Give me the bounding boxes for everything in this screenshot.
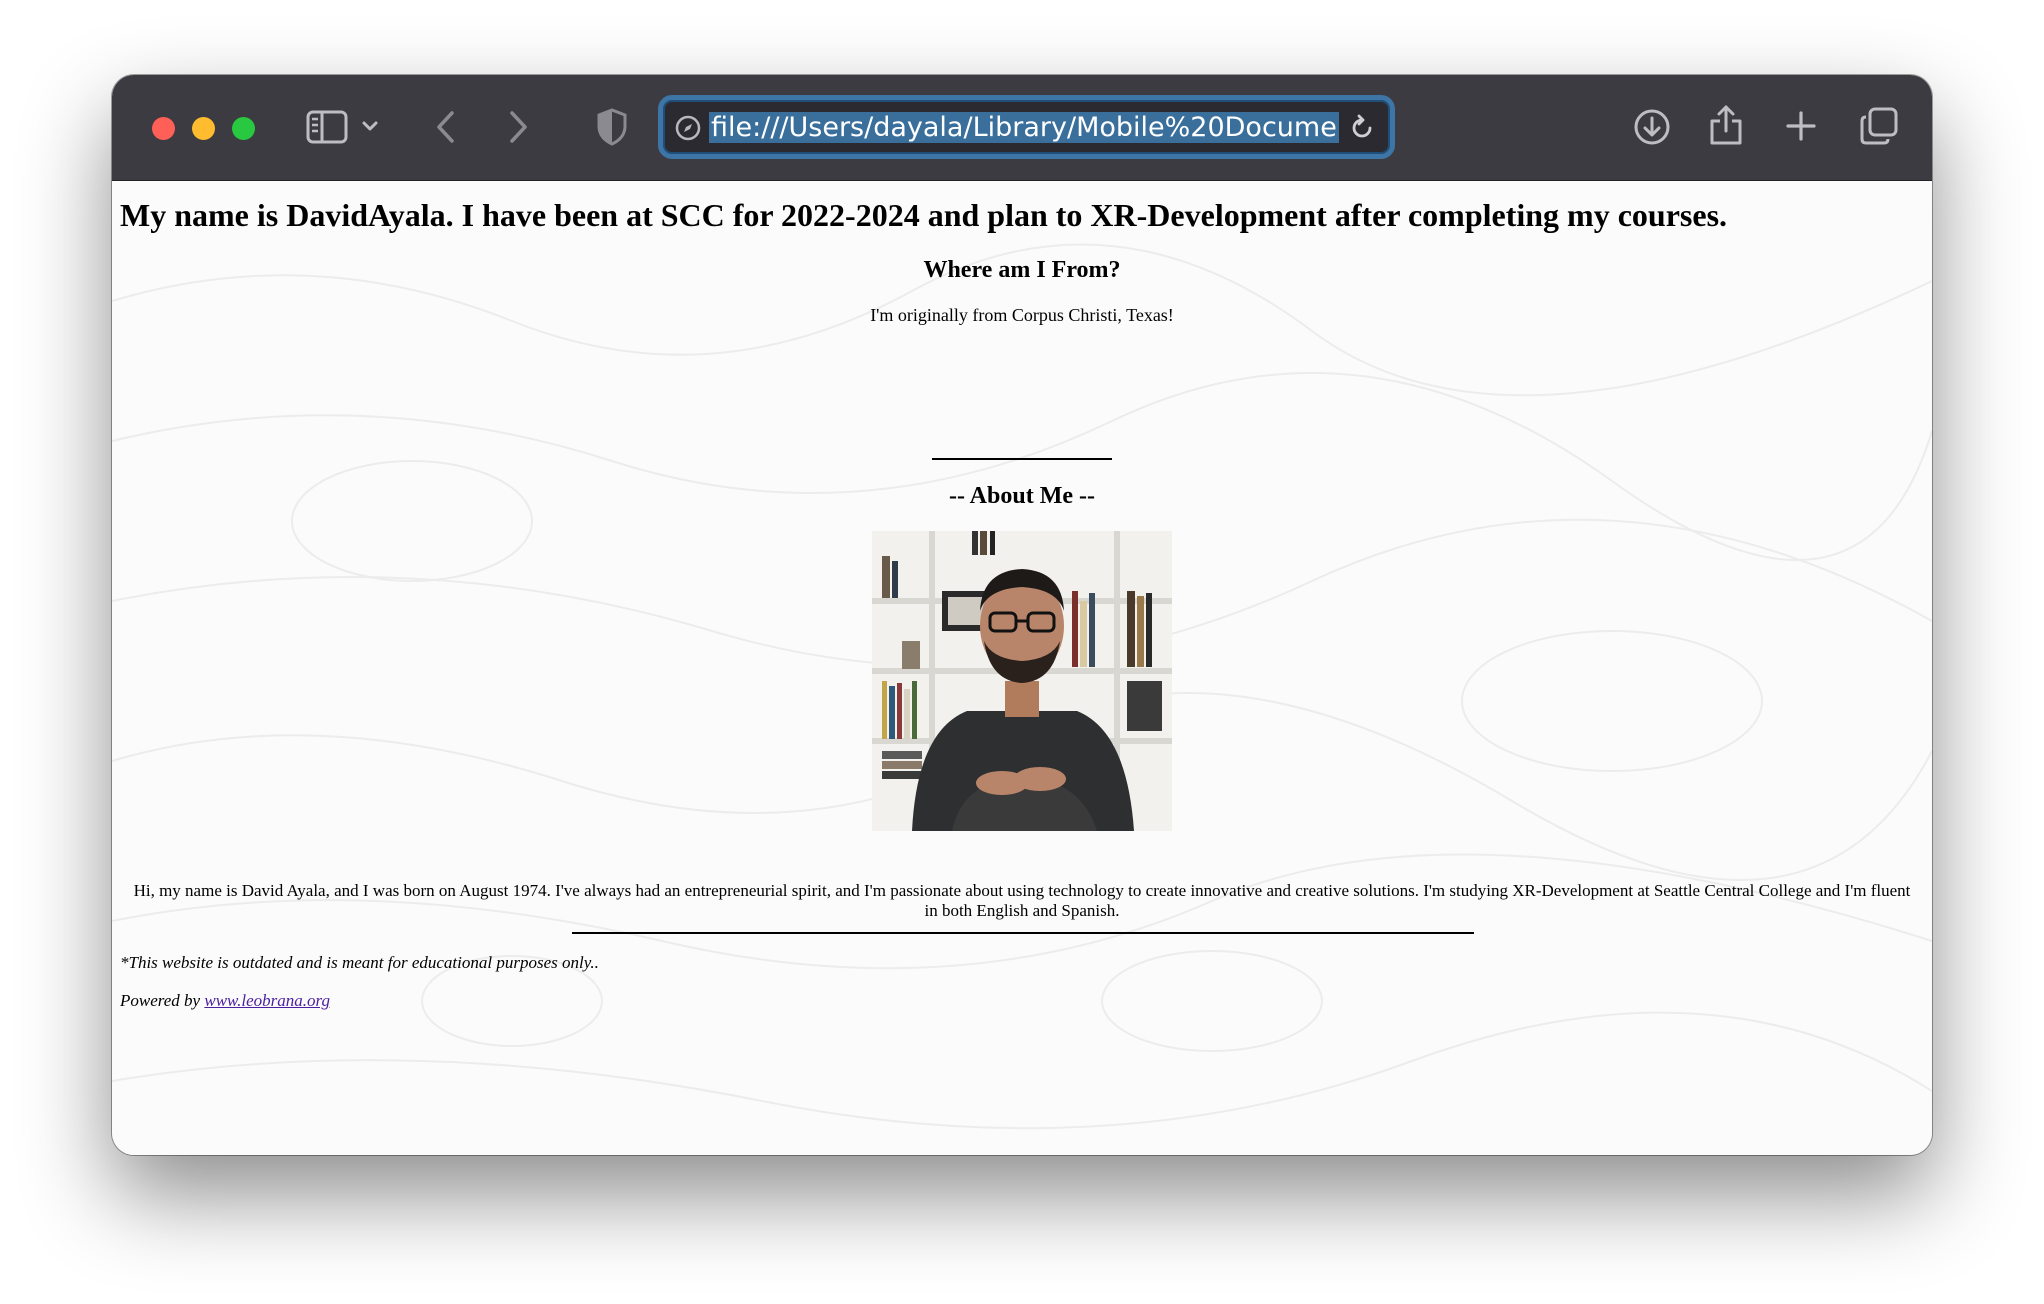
plus-icon[interactable] <box>1786 111 1816 141</box>
privacy-shield-icon[interactable] <box>597 108 627 146</box>
browser-toolbar: file:///Users/dayala/Library/Mobile%20Do… <box>112 75 1932 181</box>
compass-icon <box>675 115 701 146</box>
browser-window: file:///Users/dayala/Library/Mobile%20Do… <box>112 75 1932 1155</box>
where-from-heading: Where am I From? <box>923 257 1121 283</box>
forward-icon[interactable] <box>506 109 530 145</box>
page-title: My name is DavidAyala. I have been at SC… <box>120 197 1728 233</box>
divider-long <box>572 932 1474 934</box>
bio-paragraph: Hi, my name is David Ayala, and I was bo… <box>133 881 1911 920</box>
minimize-window-button[interactable] <box>192 117 215 140</box>
chevron-down-icon[interactable] <box>361 117 379 135</box>
zoom-window-button[interactable] <box>232 117 255 140</box>
back-icon[interactable] <box>434 109 458 145</box>
sidebar-icon[interactable] <box>306 110 348 144</box>
url-text[interactable]: file:///Users/dayala/Library/Mobile%20Do… <box>709 110 1339 146</box>
powered-by: Powered by www.leobrana.org <box>120 991 330 1011</box>
disclaimer-text: *This website is outdated and is meant f… <box>120 953 599 972</box>
close-window-button[interactable] <box>152 117 175 140</box>
tabs-icon[interactable] <box>1860 107 1898 145</box>
about-me-heading: -- About Me -- <box>949 483 1095 509</box>
powered-by-label: Powered by <box>120 991 205 1010</box>
reload-icon[interactable] <box>1348 114 1376 147</box>
portrait-photo <box>872 531 1172 831</box>
download-icon[interactable] <box>1632 107 1672 147</box>
share-icon[interactable] <box>1708 103 1744 147</box>
address-bar[interactable]: file:///Users/dayala/Library/Mobile%20Do… <box>658 95 1395 159</box>
divider-short <box>932 458 1112 460</box>
leobrana-link[interactable]: www.leobrana.org <box>204 991 330 1010</box>
web-page: My name is DavidAyala. I have been at SC… <box>112 181 1932 1155</box>
origin-text: I'm originally from Corpus Christi, Texa… <box>870 305 1174 325</box>
